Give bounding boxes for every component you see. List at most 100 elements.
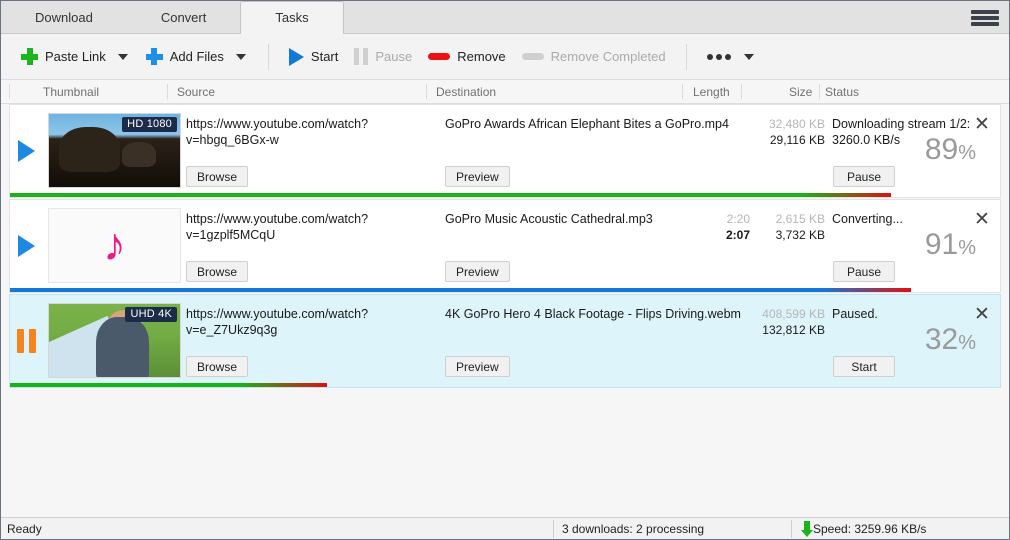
tab-tasks-label: Tasks	[275, 10, 309, 25]
progress-tail	[802, 193, 892, 197]
paste-link-dropdown-icon[interactable]	[117, 53, 128, 60]
size-cell: 32,480 KB 29,116 KB	[710, 116, 825, 148]
size-cell: 2,615 KB 3,732 KB	[710, 211, 825, 243]
column-divider	[426, 84, 427, 99]
column-header-row: Thumbnail Source Destination Length Size…	[1, 80, 1009, 104]
progress-percent: 32%	[924, 323, 976, 356]
close-icon[interactable]: ✕	[972, 210, 992, 231]
progress-tail	[821, 288, 911, 292]
row-action-button[interactable]: Pause	[833, 166, 895, 187]
task-row[interactable]: HD 1080 https://www.youtube.com/watch?v=h…	[9, 104, 1001, 198]
play-icon	[288, 47, 304, 66]
hamburger-menu-icon[interactable]	[971, 7, 999, 29]
tab-convert-label: Convert	[160, 9, 207, 25]
destination-filename: GoPro Awards African Elephant Bites a Go…	[445, 117, 729, 131]
column-header-thumbnail[interactable]: Thumbnail	[43, 85, 99, 99]
remove-button[interactable]: Remove	[420, 42, 513, 72]
thumbnail[interactable]: HD 1080	[48, 113, 181, 188]
tab-download[interactable]: Download	[1, 1, 127, 33]
more-options-button[interactable]	[699, 42, 762, 72]
task-list: HD 1080 https://www.youtube.com/watch?v=h…	[1, 104, 1009, 517]
column-divider	[167, 84, 168, 99]
status-downloads: 3 downloads: 2 processing	[562, 521, 705, 536]
status-divider	[553, 520, 554, 538]
remove-completed-button[interactable]: Remove Completed	[514, 42, 674, 72]
application-window: Download Convert Tasks Paste Link Add Fi…	[0, 0, 1010, 540]
music-note-icon: ♪	[103, 217, 126, 270]
status-divider-2	[791, 520, 792, 538]
toolbar-separator	[267, 43, 269, 70]
add-files-dropdown-icon[interactable]	[235, 53, 246, 60]
row-action-button[interactable]: Pause	[833, 261, 895, 282]
browse-button[interactable]: Browse	[186, 261, 249, 282]
status-cell: Converting...	[832, 211, 982, 227]
close-icon[interactable]: ✕	[972, 115, 992, 136]
status-speed-group: Speed: 3259.96 KB/s	[801, 518, 927, 539]
remove-completed-icon	[521, 53, 544, 60]
close-icon[interactable]: ✕	[972, 305, 992, 326]
plus-icon	[21, 48, 38, 65]
progress-bar	[10, 288, 1000, 292]
quality-badge: HD 1080	[122, 117, 177, 132]
row-state-toggle[interactable]	[10, 295, 42, 387]
remove-completed-label: Remove Completed	[550, 49, 666, 64]
tab-download-label: Download	[35, 9, 93, 25]
paste-link-button[interactable]: Paste Link	[13, 42, 114, 72]
column-divider	[9, 84, 10, 99]
size-total: 2,615 KB	[775, 212, 825, 226]
play-icon[interactable]	[17, 235, 35, 257]
size-current: 29,116 KB	[769, 133, 825, 147]
source-url: https://www.youtube.com/watch?v=e_Z7Ukz9…	[186, 307, 369, 337]
progress-percent: 91%	[924, 228, 976, 261]
progress-fill	[10, 383, 238, 387]
column-header-length[interactable]: Length	[693, 85, 730, 99]
status-speed: Speed: 3259.96 KB/s	[813, 521, 927, 536]
browse-button[interactable]: Browse	[186, 166, 249, 187]
preview-button[interactable]: Preview	[445, 356, 510, 377]
column-header-size[interactable]: Size	[789, 85, 812, 99]
destination-filename: 4K GoPro Hero 4 Black Footage - Flips Dr…	[445, 307, 741, 321]
pause-icon	[354, 48, 369, 65]
row-action-button[interactable]: Start	[833, 356, 895, 377]
size-total: 408,599 KB	[762, 307, 825, 321]
size-cell: 408,599 KB 132,812 KB	[710, 306, 825, 338]
size-current: 3,732 KB	[775, 228, 825, 242]
pause-icon[interactable]	[16, 329, 36, 353]
status-cell: Paused.	[832, 306, 982, 322]
progress-fill	[10, 193, 802, 197]
progress-fill	[10, 288, 822, 292]
remove-label: Remove	[457, 49, 506, 64]
task-row[interactable]: ♪ https://www.youtube.com/watch?v=1gzplf5…	[9, 199, 1001, 293]
thumbnail[interactable]: ♪	[48, 208, 181, 283]
start-button[interactable]: Start	[281, 42, 346, 72]
start-label: Start	[310, 49, 339, 64]
task-row[interactable]: UHD 4K https://www.youtube.com/watch?v=e_…	[9, 294, 1001, 388]
preview-button[interactable]: Preview	[445, 261, 510, 282]
progress-bar	[10, 193, 1000, 197]
progress-bar	[10, 383, 1000, 387]
column-divider	[682, 84, 683, 99]
more-dropdown-icon	[743, 53, 754, 60]
more-options-icon	[706, 53, 731, 60]
quality-badge: UHD 4K	[125, 307, 177, 322]
row-state-toggle[interactable]	[10, 105, 42, 197]
source-url: https://www.youtube.com/watch?v=hbgq_6BG…	[186, 117, 369, 147]
status-line-1: Converting...	[832, 212, 903, 226]
size-current: 132,812 KB	[762, 323, 825, 337]
play-icon[interactable]	[17, 140, 35, 162]
pause-button[interactable]: Pause	[346, 42, 420, 72]
thumbnail[interactable]: UHD 4K	[48, 303, 181, 378]
size-total: 32,480 KB	[768, 117, 825, 131]
browse-button[interactable]: Browse	[186, 356, 249, 377]
column-header-destination[interactable]: Destination	[436, 85, 496, 99]
tab-bar: Download Convert Tasks	[1, 1, 1009, 34]
column-header-status[interactable]: Status	[825, 85, 859, 99]
row-state-toggle[interactable]	[10, 200, 42, 292]
column-header-source[interactable]: Source	[177, 85, 215, 99]
source-url: https://www.youtube.com/watch?v=1gzplf5M…	[186, 212, 369, 242]
tab-convert[interactable]: Convert	[127, 1, 241, 33]
tab-tasks[interactable]: Tasks	[240, 1, 344, 34]
preview-button[interactable]: Preview	[445, 166, 510, 187]
add-files-button[interactable]: Add Files	[138, 42, 232, 72]
status-line-1: Paused.	[832, 307, 878, 321]
